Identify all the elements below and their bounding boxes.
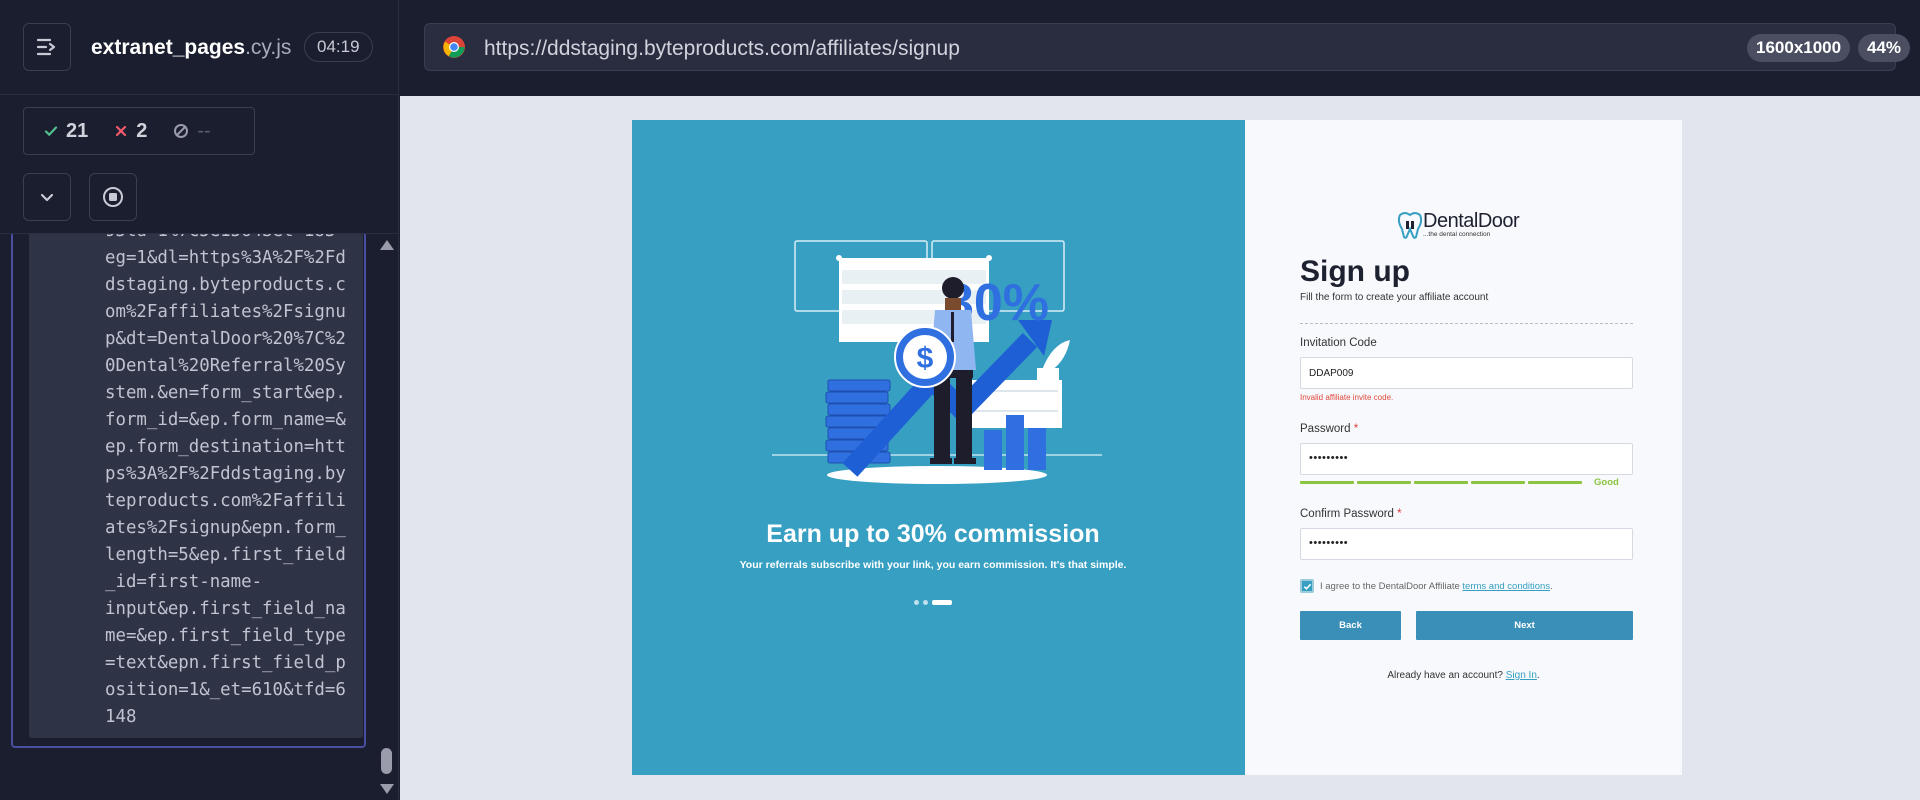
url-bar[interactable]: https://ddstaging.byteproducts.com/affil… (424, 23, 1911, 71)
zoom-badge[interactable]: 44% (1858, 34, 1911, 62)
log-text: 95td=1%7C5e1564Set=183 eg=1&dl=https%3A%2… (105, 234, 355, 731)
log-scrollbar[interactable] (376, 234, 396, 800)
url-text[interactable]: https://ddstaging.byteproducts.com/affil… (484, 37, 960, 61)
confirm-password-label: Confirm Password * (1300, 508, 1402, 520)
commission-illustration: 30% $ (772, 240, 1102, 484)
viewport-size-badge[interactable]: 1600x1000 (1747, 34, 1851, 62)
failed-count[interactable]: 2 (114, 120, 147, 143)
passed-count[interactable]: 21 (44, 120, 88, 143)
carousel-dot[interactable] (923, 600, 928, 605)
check-icon (1303, 583, 1311, 590)
invitation-code-label: Invitation Code (1300, 337, 1377, 349)
log-line: osition=1&_et=610&tfd=6 (105, 680, 346, 700)
carousel-dots (914, 600, 952, 605)
chevron-down-icon (40, 193, 54, 202)
log-line: stem.&en=form_start&ep. (105, 383, 346, 403)
runner-panel: extranet_pages.cy.js 04:19 21 2 -- 95td=… (0, 0, 399, 800)
tooth-icon (1397, 212, 1423, 239)
carousel-dot[interactable] (914, 600, 919, 605)
log-line: ep.form_destination=htt (105, 437, 346, 457)
next-button[interactable]: Next (1416, 611, 1633, 640)
page-subtitle: Fill the form to create your affiliate a… (1300, 292, 1489, 303)
log-line: teproducts.com%2Faffili (105, 491, 346, 511)
log-line: input&ep.first_field_na (105, 599, 346, 619)
browser-header: https://ddstaging.byteproducts.com/affil… (400, 0, 1920, 96)
signup-page: 30% $ Earn up to 30% commission Your ref… (632, 120, 1682, 775)
signin-link[interactable]: Sign In (1506, 670, 1537, 681)
log-line: eg=1&dl=https%3A%2F%2Fd (105, 248, 346, 268)
signin-prompt: Already have an account? Sign In. (1387, 670, 1540, 681)
password-input[interactable]: ••••••••• (1300, 443, 1633, 475)
spec-header: extranet_pages.cy.js 04:19 (0, 0, 399, 95)
hero-subtitle: Your referrals subscribe with your link,… (739, 559, 1127, 571)
log-line: length=5&ep.first_field (105, 545, 346, 565)
app-preview: 30% $ Earn up to 30% commission Your ref… (400, 96, 1920, 800)
pending-count[interactable]: -- (173, 120, 211, 143)
logo-tagline: ...the dental connection (1423, 231, 1491, 238)
x-icon (116, 125, 127, 137)
command-log: 95td=1%7C5e1564Set=183 eg=1&dl=https%3A%2… (11, 234, 366, 748)
log-line: p&dt=DentalDoor%20%7C%2 (105, 329, 346, 349)
hero-title: Earn up to 30% commission (766, 520, 1100, 548)
confirm-password-input[interactable]: ••••••••• (1300, 528, 1633, 560)
list-collapse-icon (36, 38, 56, 56)
page-title: Sign up (1300, 255, 1410, 288)
logo-text: DentalDoor (1423, 210, 1520, 232)
log-line: _id=first-name- (105, 572, 263, 592)
spec-file-name: extranet_pages.cy.js (91, 36, 292, 59)
dentaldoor-logo: DentalDoor ...the dental connection (1395, 207, 1535, 241)
coin-symbol: $ (917, 342, 934, 375)
stop-button[interactable] (89, 173, 137, 221)
password-label: Password * (1300, 423, 1359, 435)
password-strength-label: Good (1594, 477, 1619, 488)
stop-icon (103, 187, 123, 207)
terms-link[interactable]: terms and conditions (1462, 581, 1550, 592)
log-line: =text&epn.first_field_p (105, 653, 346, 673)
log-line: ates%2Fsignup&epn.form_ (105, 518, 346, 538)
invitation-code-input[interactable]: DDAP009 (1300, 357, 1633, 389)
test-stats: 21 2 -- (23, 107, 255, 155)
log-line: om%2Faffiliates%2Fsignu (105, 302, 346, 322)
log-line: me=&ep.first_field_type (105, 626, 346, 646)
log-line: dstaging.byteproducts.c (105, 275, 346, 295)
scroll-down-icon[interactable] (380, 784, 394, 794)
spec-list-toggle-button[interactable] (23, 23, 71, 71)
terms-label: I agree to the DentalDoor Affiliate term… (1320, 581, 1553, 592)
check-icon (44, 126, 58, 137)
log-line: ps%3A%2F%2Fddstaging.by (105, 464, 346, 484)
log-line: form_id=&ep.form_name=& (105, 410, 346, 430)
log-line: 0Dental%20Referral%20Sy (105, 356, 346, 376)
log-line: 95td=1%7C5e1564Set=183 (105, 234, 355, 245)
back-button[interactable]: Back (1300, 611, 1401, 640)
spec-duration: 04:19 (304, 32, 373, 62)
scroll-thumb[interactable] (381, 748, 392, 774)
collapse-button[interactable] (23, 173, 71, 221)
terms-checkbox[interactable] (1300, 579, 1314, 593)
log-entry[interactable]: 95td=1%7C5e1564Set=183 eg=1&dl=https%3A%2… (29, 234, 363, 738)
divider (1300, 323, 1633, 324)
carousel-dot-active[interactable] (932, 600, 952, 605)
scroll-up-icon[interactable] (380, 240, 394, 250)
chrome-icon (443, 36, 465, 58)
hero-panel: 30% $ Earn up to 30% commission Your ref… (632, 120, 1245, 775)
password-strength-meter (1300, 481, 1582, 484)
signup-form: DentalDoor ...the dental connection Sign… (1245, 120, 1682, 775)
log-line: 148 (105, 707, 137, 727)
invitation-error: Invalid affiliate invite code. (1300, 393, 1394, 402)
circle-slash-icon (174, 124, 189, 138)
